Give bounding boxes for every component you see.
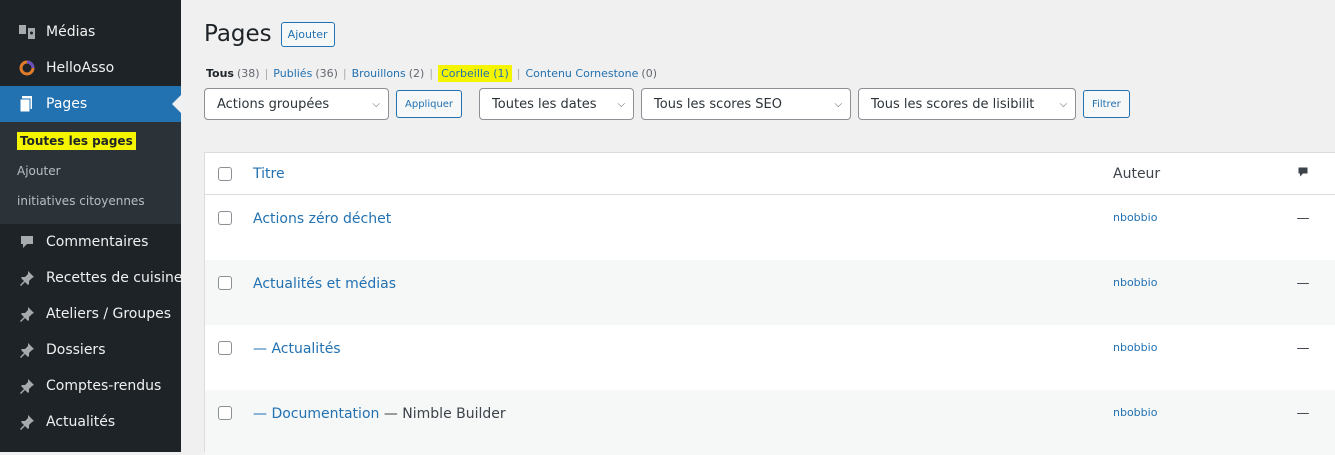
chevron-down-icon: ⌵ xyxy=(834,99,842,110)
view-filters: Tous(38) | Publiés(36) | Brouillons(2) |… xyxy=(204,60,1335,86)
pin-icon xyxy=(17,304,37,324)
table-header: Titre Auteur xyxy=(205,153,1335,195)
view-count: (36) xyxy=(315,67,338,80)
pin-icon xyxy=(17,340,37,360)
page-icon xyxy=(17,94,37,114)
media-icon xyxy=(17,22,37,42)
sidebar-item-pages[interactable]: Pages xyxy=(0,86,181,122)
sidebar-item-actualites[interactable]: Actualités xyxy=(0,404,181,440)
admin-sidebar: Médias HelloAsso Pages Toutes les pages … xyxy=(0,0,181,452)
sidebar-item-comments[interactable]: Commentaires xyxy=(0,224,181,260)
sidebar-item-helloasso[interactable]: HelloAsso xyxy=(0,50,181,86)
author-link[interactable]: nbobbio xyxy=(1113,406,1157,419)
view-cornerstone[interactable]: Contenu Cornestone xyxy=(526,67,639,80)
page-title-link[interactable]: Actions zéro déchet xyxy=(253,211,391,227)
bulk-actions-select[interactable]: Actions groupées⌵ xyxy=(204,88,389,120)
page-title-link[interactable]: — Documentation xyxy=(253,406,379,422)
comment-count: — xyxy=(1283,406,1323,421)
apply-button[interactable]: Appliquer xyxy=(396,90,462,118)
separator: | xyxy=(343,67,347,80)
table-row: Actualités et médias nbobbio — xyxy=(205,260,1335,325)
view-drafts[interactable]: Brouillons xyxy=(352,67,406,80)
comment-count: — xyxy=(1283,276,1323,291)
submenu-add[interactable]: Ajouter xyxy=(0,156,181,186)
sidebar-item-label: Ateliers / Groupes xyxy=(46,306,171,322)
sidebar-item-ateliers[interactable]: Ateliers / Groupes xyxy=(0,296,181,332)
comment-icon xyxy=(17,232,37,252)
view-published[interactable]: Publiés xyxy=(273,67,312,80)
view-count: (2) xyxy=(409,67,425,80)
sidebar-item-label: Recettes de cuisine xyxy=(46,270,181,286)
pages-submenu: Toutes les pages Ajouter initiatives cit… xyxy=(0,122,181,224)
sidebar-item-label: Dossiers xyxy=(46,342,106,358)
row-checkbox[interactable] xyxy=(218,211,232,225)
sidebar-item-label: Actualités xyxy=(46,414,115,430)
add-page-button[interactable]: Ajouter xyxy=(281,22,335,47)
column-title-header[interactable]: Titre xyxy=(253,166,1113,182)
filter-button[interactable]: Filtrer xyxy=(1083,90,1130,118)
author-link[interactable]: nbobbio xyxy=(1113,276,1157,289)
select-all-checkbox[interactable] xyxy=(218,167,232,181)
submenu-all-pages[interactable]: Toutes les pages xyxy=(0,126,181,156)
separator: | xyxy=(517,67,521,80)
separator: | xyxy=(265,67,269,80)
helloasso-icon xyxy=(17,58,37,78)
table-row: Actions zéro déchet nbobbio — xyxy=(205,195,1335,260)
date-filter-select[interactable]: Toutes les dates⌵ xyxy=(479,88,634,120)
chevron-down-icon: ⌵ xyxy=(372,99,380,110)
table-row: — Documentation — Nimble Builder nbobbio… xyxy=(205,390,1335,455)
author-link[interactable]: nbobbio xyxy=(1113,341,1157,354)
page-title: Pages xyxy=(204,21,272,47)
table-row: — Actualités nbobbio — xyxy=(205,325,1335,390)
page-heading: Pages Ajouter xyxy=(204,0,1335,60)
sidebar-item-label: Comptes-rendus xyxy=(46,378,161,394)
pin-icon xyxy=(17,376,37,396)
pin-icon xyxy=(17,268,37,288)
page-builder-label: — Nimble Builder xyxy=(384,406,506,422)
pages-table: Titre Auteur Actions zéro déchet nbobbio… xyxy=(204,152,1335,452)
view-all[interactable]: Tous xyxy=(206,67,234,80)
comment-count: — xyxy=(1283,341,1323,356)
pin-icon xyxy=(17,412,37,432)
author-link[interactable]: nbobbio xyxy=(1113,211,1157,224)
row-checkbox[interactable] xyxy=(218,276,232,290)
view-trash[interactable]: Corbeille (1) xyxy=(438,65,512,82)
page-title-link[interactable]: — Actualités xyxy=(253,341,341,357)
comment-count: — xyxy=(1283,211,1323,226)
row-checkbox[interactable] xyxy=(218,406,232,420)
chevron-down-icon: ⌵ xyxy=(617,99,625,110)
sidebar-item-comptes-rendus[interactable]: Comptes-rendus xyxy=(0,368,181,404)
comment-icon[interactable] xyxy=(1283,166,1323,182)
view-count: (38) xyxy=(237,67,260,80)
sidebar-item-dossiers[interactable]: Dossiers xyxy=(0,332,181,368)
page-title-link[interactable]: Actualités et médias xyxy=(253,276,396,292)
sidebar-item-label: Médias xyxy=(46,24,95,40)
submenu-initiatives[interactable]: initiatives citoyennes xyxy=(0,186,181,216)
column-author-header: Auteur xyxy=(1113,166,1283,182)
readability-score-select[interactable]: Tous les scores de lisibilit⌵ xyxy=(858,88,1076,120)
separator: | xyxy=(429,67,433,80)
tablenav: Actions groupées⌵ Appliquer Toutes les d… xyxy=(204,86,1335,122)
row-checkbox[interactable] xyxy=(218,341,232,355)
chevron-down-icon: ⌵ xyxy=(1059,99,1067,110)
sidebar-item-label: Pages xyxy=(46,96,87,112)
seo-score-select[interactable]: Tous les scores SEO⌵ xyxy=(641,88,851,120)
sidebar-item-label: Commentaires xyxy=(46,234,148,250)
sidebar-item-medias[interactable]: Médias xyxy=(0,14,181,50)
sidebar-item-label: HelloAsso xyxy=(46,60,114,76)
view-count: (0) xyxy=(641,67,657,80)
sidebar-item-recettes[interactable]: Recettes de cuisine xyxy=(0,260,181,296)
